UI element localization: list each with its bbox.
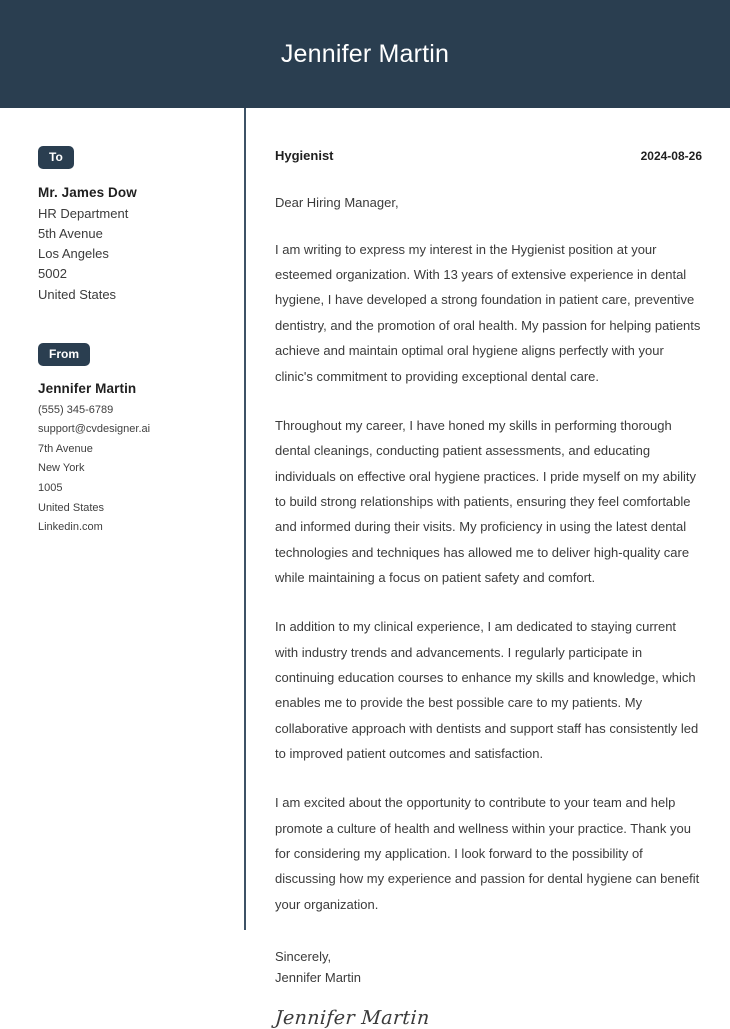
sender-block: Jennifer Martin (555) 345-6789 support@c…: [38, 381, 244, 538]
recipient-block: Mr. James Dow HR Department 5th Avenue L…: [38, 185, 244, 305]
signature: Jennifer Martin: [274, 1006, 431, 1029]
letter-paragraph: In addition to my clinical experience, I…: [275, 619, 699, 761]
sender-phone: (555) 345-6789: [38, 403, 114, 416]
sender-name: Jennifer Martin: [38, 380, 137, 396]
letter-content: Hygienist 2024-08-26 Dear Hiring Manager…: [246, 108, 730, 1029]
recipient-line: 5002: [38, 266, 67, 282]
sender-website: Linkedin.com: [38, 521, 103, 534]
job-title: Hygienist: [275, 148, 334, 163]
to-badge-wrap: To: [38, 146, 244, 169]
recipient-name: Mr. James Dow: [38, 185, 137, 200]
sender-city: New York: [38, 462, 85, 475]
closing-name: Jennifer Martin: [275, 969, 361, 985]
from-badge-wrap: From: [38, 342, 244, 366]
to-badge: To: [38, 146, 74, 169]
sender-email: support@cvdesigner.ai: [38, 423, 151, 436]
recipient-line: 5th Avenue: [38, 226, 103, 242]
document-body: To Mr. James Dow HR Department 5th Avenu…: [0, 108, 730, 1029]
page-title: Jennifer Martin: [280, 39, 450, 68]
letter-paragraph: I am excited about the opportunity to co…: [275, 795, 700, 912]
letter-date: 2024-08-26: [640, 149, 702, 163]
recipient-line: HR Department: [38, 206, 129, 221]
letter-paragraph: I am writing to express my interest in t…: [275, 241, 701, 384]
letter-meta: Hygienist 2024-08-26: [275, 148, 702, 163]
sender-country: United States: [38, 501, 105, 514]
contact-sidebar: To Mr. James Dow HR Department 5th Avenu…: [0, 108, 244, 1024]
recipient-line: Los Angeles: [38, 246, 109, 262]
sender-postcode: 1005: [38, 482, 63, 495]
sender-street: 7th Avenue: [38, 442, 93, 455]
letter-paragraph: Throughout my career, I have honed my sk…: [275, 417, 697, 585]
closing-salutation: Sincerely,: [275, 949, 332, 965]
document-header: Jennifer Martin: [0, 0, 730, 108]
salutation: Dear Hiring Manager,: [275, 195, 399, 210]
from-badge: From: [38, 342, 90, 366]
recipient-line: United States: [38, 286, 117, 302]
